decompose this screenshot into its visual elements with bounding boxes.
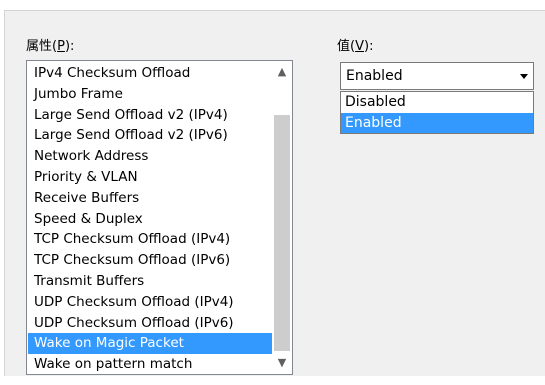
property-list-item[interactable]: UDP Checksum Offload (IPv4) [28,292,272,313]
property-list-item[interactable]: IPv4 Checksum Offload [28,63,272,84]
property-list-item[interactable]: Jumbo Frame [28,84,272,105]
value-option[interactable]: Enabled [341,112,533,133]
property-list-item[interactable]: Large Send Offload v2 (IPv4) [28,105,272,126]
property-list-item[interactable]: Speed & Duplex [28,209,272,230]
property-scrollbar[interactable]: ▲ ▼ [272,61,292,374]
property-list-item[interactable]: Network Address [28,146,272,167]
property-list-item[interactable]: Large Send Offload v2 (IPv6) [28,125,272,146]
property-list-item[interactable]: Transmit Buffers [28,271,272,292]
property-label: 属性(P): [26,39,75,54]
property-list-item[interactable]: Receive Buffers [28,188,272,209]
property-list-item[interactable]: UDP Checksum Offload (IPv6) [28,313,272,334]
property-list-item[interactable]: Priority & VLAN [28,167,272,188]
property-list-item[interactable]: Wake on Magic Packet [28,333,272,355]
value-option[interactable]: Disabled [341,92,533,113]
value-label-text: 值 [337,39,351,54]
chevron-down-icon[interactable]: ▼ [272,354,292,372]
property-list-item[interactable]: TCP Checksum Offload (IPv6) [28,250,272,271]
dropdown-arrow-icon [519,73,528,79]
combo-dropdown-button[interactable] [515,64,532,88]
property-listbox[interactable]: IPv4 Checksum Offload Jumbo Frame Large Se… [26,60,293,375]
scrollbar-thumb[interactable] [274,115,290,351]
value-mnemonic: V [355,39,364,54]
dialog-bottom-edge [0,376,545,385]
property-mnemonic: P [57,39,65,54]
value-label: 值(V): [337,39,374,54]
value-combobox-text: Enabled [346,68,403,84]
value-dropdown-list: Disabled Enabled [340,91,534,134]
value-combobox[interactable]: Enabled [340,62,534,90]
property-label-text: 属性 [26,39,53,54]
property-list-item[interactable]: Wake on pattern match [28,354,272,374]
property-list-items: IPv4 Checksum Offload Jumbo Frame Large Se… [28,63,272,374]
property-list-item[interactable]: TCP Checksum Offload (IPv4) [28,229,272,250]
chevron-up-icon[interactable]: ▲ [272,63,292,81]
